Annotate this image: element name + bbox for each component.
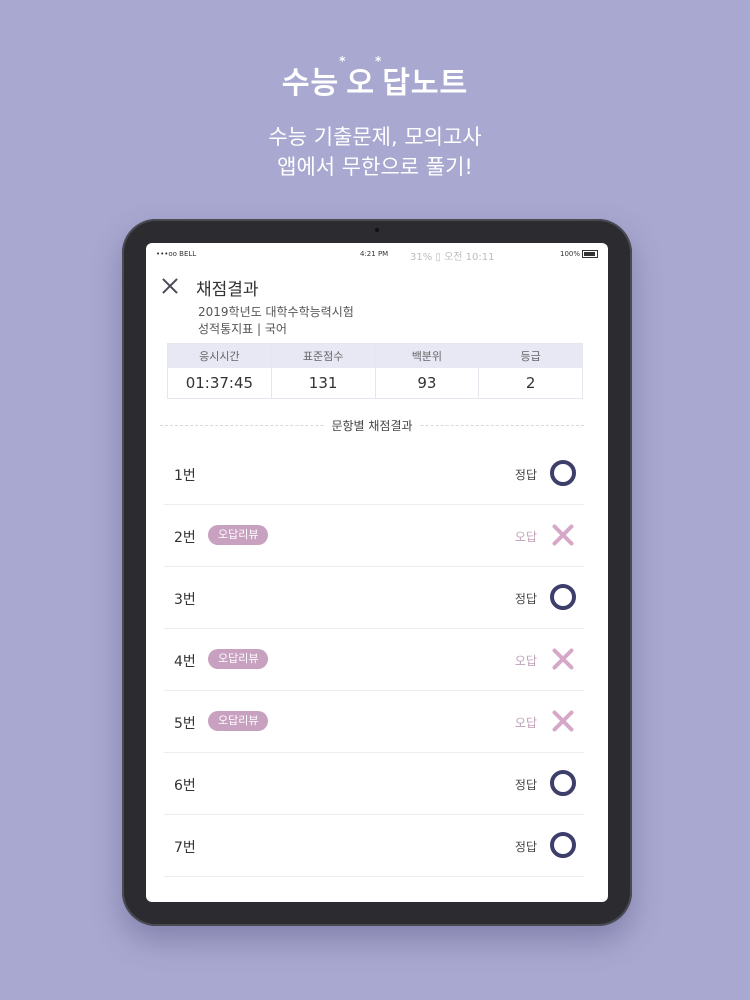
summary-header-standard-score: 표준점수: [272, 344, 376, 368]
question-row[interactable]: 4번 오답리뷰 오답: [164, 629, 584, 691]
status-time: 4:21 PM: [360, 250, 389, 258]
app-brand-logo: 수능*오*답노트: [0, 54, 750, 102]
battery-label: 100%: [559, 250, 580, 258]
correct-circle-icon: [550, 770, 576, 796]
result-label: 오답: [514, 716, 537, 730]
camera-dot: [375, 228, 379, 232]
status-overlay: 31% ▯ 오전 10:11: [410, 252, 495, 263]
review-badge[interactable]: 오답리뷰: [208, 711, 269, 731]
result-label: 정답: [514, 468, 537, 482]
question-number: 2번: [174, 530, 196, 546]
brand-star-2: *: [375, 54, 383, 68]
question-row[interactable]: 6번 정답: [164, 753, 584, 815]
summary-value-row: 01:37:45 131 93 2: [168, 368, 582, 398]
question-number: 5번: [174, 716, 196, 732]
brand-star-1: *: [339, 54, 347, 68]
question-number: 7번: [174, 840, 196, 856]
review-badge[interactable]: 오답리뷰: [208, 649, 269, 669]
battery-indicator: 100%: [560, 250, 598, 258]
tagline-line-1: 수능 기출문제, 모의고사: [268, 125, 482, 149]
brand-text-1: 수능: [281, 66, 340, 101]
summary-value-standard-score: 131: [272, 368, 376, 398]
result-label: 정답: [514, 840, 537, 854]
question-row[interactable]: 7번 정답: [164, 815, 584, 877]
report-subtitle: 성적통지표 | 국어: [198, 322, 287, 336]
question-number: 3번: [174, 592, 196, 608]
question-result-list: 1번 정답 2번 오답리뷰 오답 3번 정답 4번 오답리뷰 오답 5번 오답리…: [164, 443, 584, 877]
status-bar: •••oo BELL 4:21 PM 31% ▯ 오전 10:11 100%: [146, 248, 608, 263]
question-row[interactable]: 2번 오답리뷰 오답: [164, 505, 584, 567]
page-title: 채점결과: [196, 280, 259, 300]
question-row[interactable]: 3번 정답: [164, 567, 584, 629]
result-label: 오답: [514, 654, 537, 668]
section-divider: 문항별 채점결과: [160, 415, 584, 435]
section-title: 문항별 채점결과: [325, 417, 419, 434]
wrong-cross-icon: [550, 522, 576, 548]
tagline-line-2: 앱에서 무한으로 풀기!: [277, 155, 473, 179]
review-badge[interactable]: 오답리뷰: [208, 525, 269, 545]
score-summary-table: 응시시간 표준점수 백분위 등급 01:37:45 131 93 2: [167, 343, 583, 399]
brand-text-2: 오: [346, 66, 375, 101]
tablet-frame: •••oo BELL 4:21 PM 31% ▯ 오전 10:11 100% 채…: [122, 219, 632, 926]
question-number: 1번: [174, 468, 196, 484]
question-row[interactable]: 1번 정답: [164, 443, 584, 505]
summary-value-grade: 2: [525, 374, 536, 392]
summary-header-row: 응시시간 표준점수 백분위 등급: [168, 344, 582, 368]
carrier-label: •••oo BELL: [156, 250, 197, 258]
question-number: 4번: [174, 654, 196, 670]
battery-icon: [582, 250, 598, 258]
promo-tagline: 수능 기출문제, 모의고사 앱에서 무한으로 풀기!: [0, 122, 750, 182]
question-row[interactable]: 5번 오답리뷰 오답: [164, 691, 584, 753]
correct-circle-icon: [550, 584, 576, 610]
summary-value-percentile: 93: [376, 368, 480, 398]
wrong-cross-icon: [550, 708, 576, 734]
result-label: 정답: [514, 778, 537, 792]
summary-header-percentile: 백분위: [376, 344, 480, 368]
result-label: 오답: [514, 530, 537, 544]
summary-header-grade: 등급: [520, 350, 541, 363]
tablet-screen: •••oo BELL 4:21 PM 31% ▯ 오전 10:11 100% 채…: [146, 243, 608, 902]
summary-header-time: 응시시간: [168, 344, 272, 368]
wrong-cross-icon: [550, 646, 576, 672]
exam-name: 2019학년도 대학수학능력시험: [198, 305, 354, 319]
correct-circle-icon: [550, 832, 576, 858]
result-label: 정답: [514, 592, 537, 606]
close-icon[interactable]: [159, 275, 181, 297]
question-number: 6번: [174, 778, 196, 794]
brand-text-3: 답노트: [382, 66, 469, 101]
correct-circle-icon: [550, 460, 576, 486]
summary-value-time: 01:37:45: [168, 368, 272, 398]
